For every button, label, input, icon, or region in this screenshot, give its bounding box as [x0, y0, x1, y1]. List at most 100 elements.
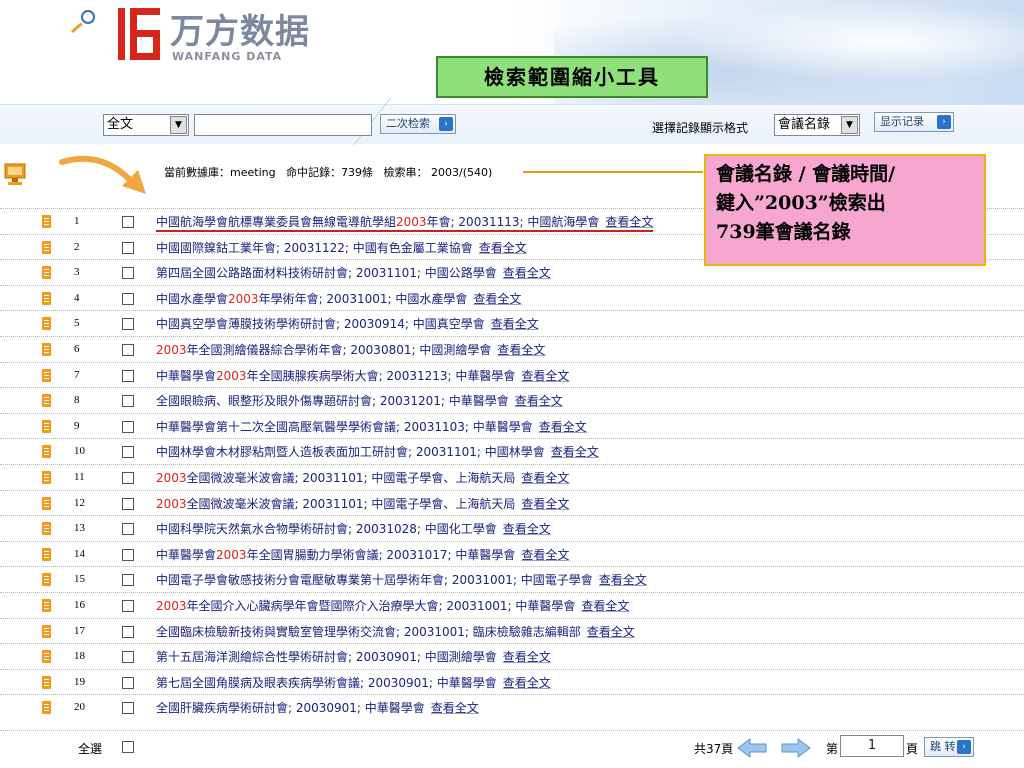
table-row: 20 全國肝臟疾病學術研討會; 20030901; 中華醫學會 查看全文 — [0, 694, 1024, 720]
view-fulltext-link[interactable]: 查看全文 — [503, 650, 551, 664]
row-checkbox[interactable] — [122, 702, 134, 715]
row-checkbox[interactable] — [122, 395, 134, 408]
row-checkbox[interactable] — [122, 241, 134, 254]
document-icon[interactable] — [42, 215, 51, 228]
row-checkbox[interactable] — [122, 343, 134, 356]
row-checkbox[interactable] — [122, 574, 134, 587]
wanfang-logo[interactable]: 万方数据 WANFANG DATA — [118, 6, 318, 66]
result-title-link[interactable]: 中華醫學會2003年全國胃腸動力學術會議; 20031017; 中華醫學會 查看全… — [156, 546, 569, 563]
row-number: 8 — [74, 394, 80, 407]
select-all-checkbox[interactable] — [122, 741, 134, 753]
row-checkbox[interactable] — [122, 318, 134, 331]
document-icon[interactable] — [42, 522, 51, 536]
view-fulltext-link[interactable]: 查看全文 — [599, 573, 647, 587]
result-title-link[interactable]: 第四屆全國公路路面材料技術研討會; 20031101; 中國公路學會 查看全文 — [156, 264, 551, 281]
document-icon[interactable] — [42, 342, 51, 356]
result-title-link[interactable]: 中國水產學會2003年學術年會; 20031001; 中國水產學會 查看全文 — [156, 290, 521, 307]
row-checkbox[interactable] — [122, 292, 134, 305]
view-fulltext-link[interactable]: 查看全文 — [431, 701, 479, 715]
document-icon[interactable] — [42, 445, 51, 459]
show-records-button[interactable]: 显示记录 › — [874, 112, 954, 132]
document-icon[interactable] — [42, 317, 51, 331]
result-title-link[interactable]: 中華醫學會第十二次全國高壓氧醫學學術會議; 20031103; 中華醫學會 查看全… — [156, 418, 587, 435]
row-checkbox[interactable] — [122, 599, 134, 612]
document-icon[interactable] — [42, 368, 51, 382]
result-title-link[interactable]: 全國臨床檢驗新技術與實驗室管理學術交流會; 20031001; 臨床檢驗雜志編輯… — [156, 623, 635, 640]
curved-arrow-icon — [59, 155, 146, 194]
view-fulltext-link[interactable]: 查看全文 — [473, 292, 521, 306]
next-page-icon[interactable] — [780, 737, 812, 759]
result-title-link[interactable]: 中國航海學會航標專業委員會無線電導航學組2003年會; 20031113; 中國… — [156, 213, 654, 232]
result-title-link[interactable]: 2003全國微波毫米波會議; 20031101; 中國電子學會、上海航天局 查看全… — [156, 469, 569, 486]
field-select[interactable]: 全文 ▼ — [103, 114, 189, 136]
document-icon[interactable] — [42, 547, 51, 561]
prev-page-icon[interactable] — [736, 737, 768, 759]
title-text: 中國科學院天然氣水合物學術研討會; 20031028; 中國化工學會 — [156, 522, 497, 537]
view-fulltext-link[interactable]: 查看全文 — [587, 625, 635, 639]
view-fulltext-link[interactable]: 查看全文 — [521, 548, 569, 562]
row-checkbox[interactable] — [122, 267, 134, 280]
row-checkbox[interactable] — [122, 625, 134, 638]
page-number-input[interactable]: 1 — [840, 735, 904, 757]
view-fulltext-link[interactable]: 查看全文 — [551, 445, 599, 459]
result-title-link[interactable]: 2003年全國介入心臟病學年會暨國際介入治療學大會; 20031001; 中華醫… — [156, 597, 629, 614]
document-icon[interactable] — [42, 701, 51, 715]
row-checkbox[interactable] — [122, 651, 134, 664]
document-icon[interactable] — [42, 291, 51, 305]
view-fulltext-link[interactable]: 查看全文 — [515, 394, 563, 408]
result-title-link[interactable]: 全國眼瞼病、眼整形及眼外傷專題研討會; 20031201; 中華醫學會 查看全文 — [156, 392, 563, 409]
row-checkbox[interactable] — [122, 216, 134, 228]
view-fulltext-link[interactable]: 查看全文 — [497, 343, 545, 357]
result-title-link[interactable]: 第十五屆海洋測繪綜合性學術研討會; 20030901; 中國測繪學會 查看全文 — [156, 648, 551, 665]
title-highlight: 2003 — [216, 368, 247, 383]
document-icon[interactable] — [42, 496, 51, 510]
document-icon[interactable] — [42, 650, 51, 664]
title-text: 年會; 20031113; 中國航海學會 — [426, 215, 600, 229]
row-checkbox[interactable] — [122, 548, 134, 561]
view-fulltext-link[interactable]: 查看全文 — [521, 471, 569, 485]
row-checkbox[interactable] — [122, 420, 134, 433]
format-select[interactable]: 會議名錄 ▼ — [774, 114, 860, 136]
row-checkbox[interactable] — [122, 497, 134, 510]
result-title-link[interactable]: 中國電子學會敏感技術分會電壓敏專業第十屆學術年會; 20031001; 中國電子… — [156, 571, 647, 588]
row-number: 2 — [74, 240, 80, 253]
row-checkbox[interactable] — [122, 676, 134, 689]
view-fulltext-link[interactable]: 查看全文 — [503, 522, 551, 536]
result-title-link[interactable]: 2003年全國測繪儀器綜合學術年會; 20030801; 中國測繪學會 查看全文 — [156, 341, 545, 358]
result-title-link[interactable]: 中國國際鎳鈷工業年會; 20031122; 中國有色金屬工業協會 查看全文 — [156, 239, 527, 256]
document-icon[interactable] — [42, 240, 51, 254]
document-icon[interactable] — [42, 675, 51, 689]
view-fulltext-link[interactable]: 查看全文 — [491, 317, 539, 331]
view-fulltext-link[interactable]: 查看全文 — [581, 599, 629, 613]
result-title-link[interactable]: 第七屆全國角膜病及眼表疾病學術會議; 20030901; 中華醫學會 查看全文 — [156, 674, 551, 691]
secondary-search-button[interactable]: 二次检索 › — [380, 114, 456, 134]
result-title-link[interactable]: 中國林學會木材膠粘劑暨人造板表面加工研討會; 20031101; 中國林學會 查看… — [156, 443, 599, 460]
result-title-link[interactable]: 中國科學院天然氣水合物學術研討會; 20031028; 中國化工學會 查看全文 — [156, 520, 551, 537]
document-icon[interactable] — [42, 573, 51, 587]
row-checkbox[interactable] — [122, 446, 134, 459]
view-fulltext-link[interactable]: 查看全文 — [521, 497, 569, 511]
view-fulltext-link[interactable]: 查看全文 — [503, 266, 551, 280]
view-fulltext-link[interactable]: 查看全文 — [605, 215, 653, 229]
row-checkbox[interactable] — [122, 523, 134, 536]
view-fulltext-link[interactable]: 查看全文 — [479, 241, 527, 255]
document-icon[interactable] — [42, 470, 51, 484]
document-icon[interactable] — [42, 598, 51, 612]
result-title-link[interactable]: 中國真空學會薄膜技術學術研討會; 20030914; 中國真空學會 查看全文 — [156, 315, 539, 332]
result-title-link[interactable]: 2003全國微波毫米波會議; 20031101; 中國電子學會、上海航天局 查看全… — [156, 495, 569, 512]
result-title-link[interactable]: 全國肝臟疾病學術研討會; 20030901; 中華醫學會 查看全文 — [156, 699, 479, 716]
view-fulltext-link[interactable]: 查看全文 — [521, 369, 569, 383]
document-icon[interactable] — [42, 419, 51, 433]
document-icon[interactable] — [42, 266, 51, 280]
row-checkbox[interactable] — [122, 369, 134, 382]
result-title-link[interactable]: 中華醫學會2003年全國胰腺疾病學術大會; 20031213; 中華醫學會 查看全… — [156, 367, 569, 384]
view-fulltext-link[interactable]: 查看全文 — [539, 420, 587, 434]
search-input[interactable] — [194, 114, 372, 136]
jump-button[interactable]: 跳 转 › — [924, 737, 974, 757]
row-checkbox[interactable] — [122, 471, 134, 484]
view-fulltext-link[interactable]: 查看全文 — [503, 676, 551, 690]
row-number: 18 — [74, 650, 85, 663]
document-icon[interactable] — [42, 394, 51, 408]
title-highlight: 2003 — [396, 215, 427, 229]
document-icon[interactable] — [42, 624, 51, 638]
